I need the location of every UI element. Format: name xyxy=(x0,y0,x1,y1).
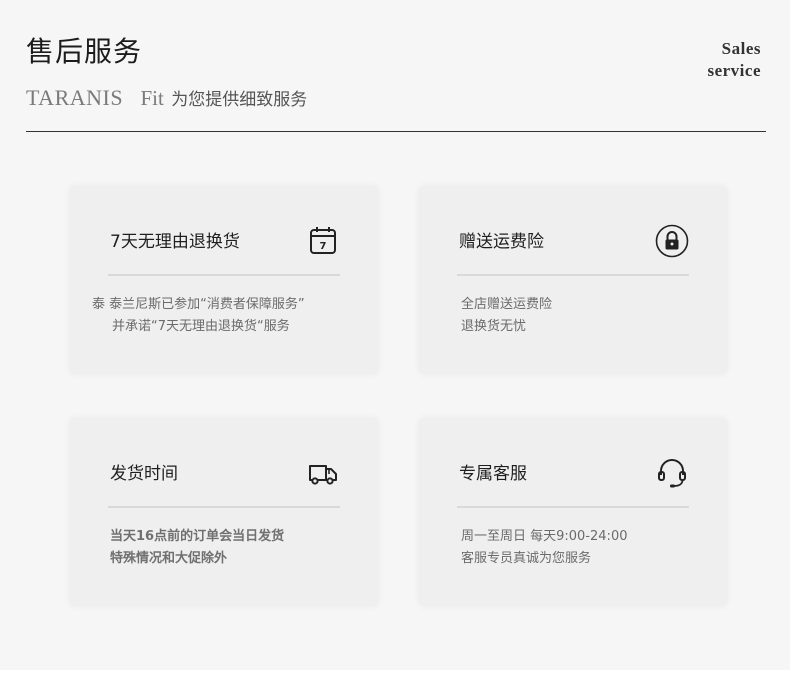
card-description: 周一至周日 每天9:00-24:00 客服专员真诚为您服务 xyxy=(461,526,627,570)
card-title: 发货时间 xyxy=(110,464,178,484)
card-title: 7天无理由退换货 xyxy=(110,232,240,252)
card-delivery-time: 发货时间 当天16点前的订单会当日发货 特殊情况和大促除外 xyxy=(70,418,378,606)
brand-fit: Fit xyxy=(140,86,164,110)
card-divider xyxy=(108,274,340,276)
card-description-line: 特殊情况和大促除外 xyxy=(110,551,228,566)
card-seven-day-return: 7天无理由退换货 7 泰 泰兰尼斯已参加“消费者保障服务” 并承诺“7天无理由退… xyxy=(70,186,378,374)
brand-name: TARANIS xyxy=(26,85,124,110)
lock-icon xyxy=(655,224,689,258)
card-divider xyxy=(108,506,340,508)
card-description: 当天16点前的订单会当日发货 特殊情况和大促除外 xyxy=(110,526,284,570)
english-section-label: Sales service xyxy=(707,38,761,82)
card-description-line: 退换货无忧 xyxy=(461,319,527,334)
card-description-line: 周一至周日 每天9:00-24:00 xyxy=(461,529,628,544)
brand-line: TARANIS Fit 为您提供细致服务 xyxy=(26,86,307,112)
card-divider xyxy=(457,274,689,276)
truck-icon xyxy=(309,465,337,485)
calendar-7-icon: 7 xyxy=(310,227,336,254)
card-description: 泰 泰兰尼斯已参加“消费者保障服务” 并承诺“7天无理由退换货“服务 xyxy=(92,294,305,338)
english-label-line2: service xyxy=(707,61,761,80)
brand-tagline: 为您提供细致服务 xyxy=(171,90,308,110)
card-customer-service: 专属客服 周一至周日 每天9:00-24:00 客服专员真诚为您服务 xyxy=(419,418,727,606)
header-divider xyxy=(26,131,766,132)
card-description-line: 客服专员真诚为您服务 xyxy=(461,551,592,566)
card-title: 专属客服 xyxy=(459,464,527,484)
card-shipping-insurance: 赠送运费险 全店赠送运费险 退换货无忧 xyxy=(419,186,727,374)
card-divider xyxy=(457,506,689,508)
card-description-line: 当天16点前的订单会当日发货 xyxy=(110,529,285,544)
card-description: 全店赠送运费险 退换货无忧 xyxy=(461,294,552,338)
card-description-line: 全店赠送运费险 xyxy=(461,297,553,312)
card-description-line: 泰 泰兰尼斯已参加“消费者保障服务” xyxy=(92,297,305,312)
headset-icon xyxy=(658,459,686,488)
english-label-line1: Sales xyxy=(721,39,761,58)
card-description-line: 并承诺“7天无理由退换货“服务 xyxy=(112,319,290,334)
card-title: 赠送运费险 xyxy=(459,232,544,252)
bottom-band xyxy=(0,670,790,676)
page-title: 售后服务 xyxy=(26,35,143,68)
svg-text:7: 7 xyxy=(320,241,327,252)
